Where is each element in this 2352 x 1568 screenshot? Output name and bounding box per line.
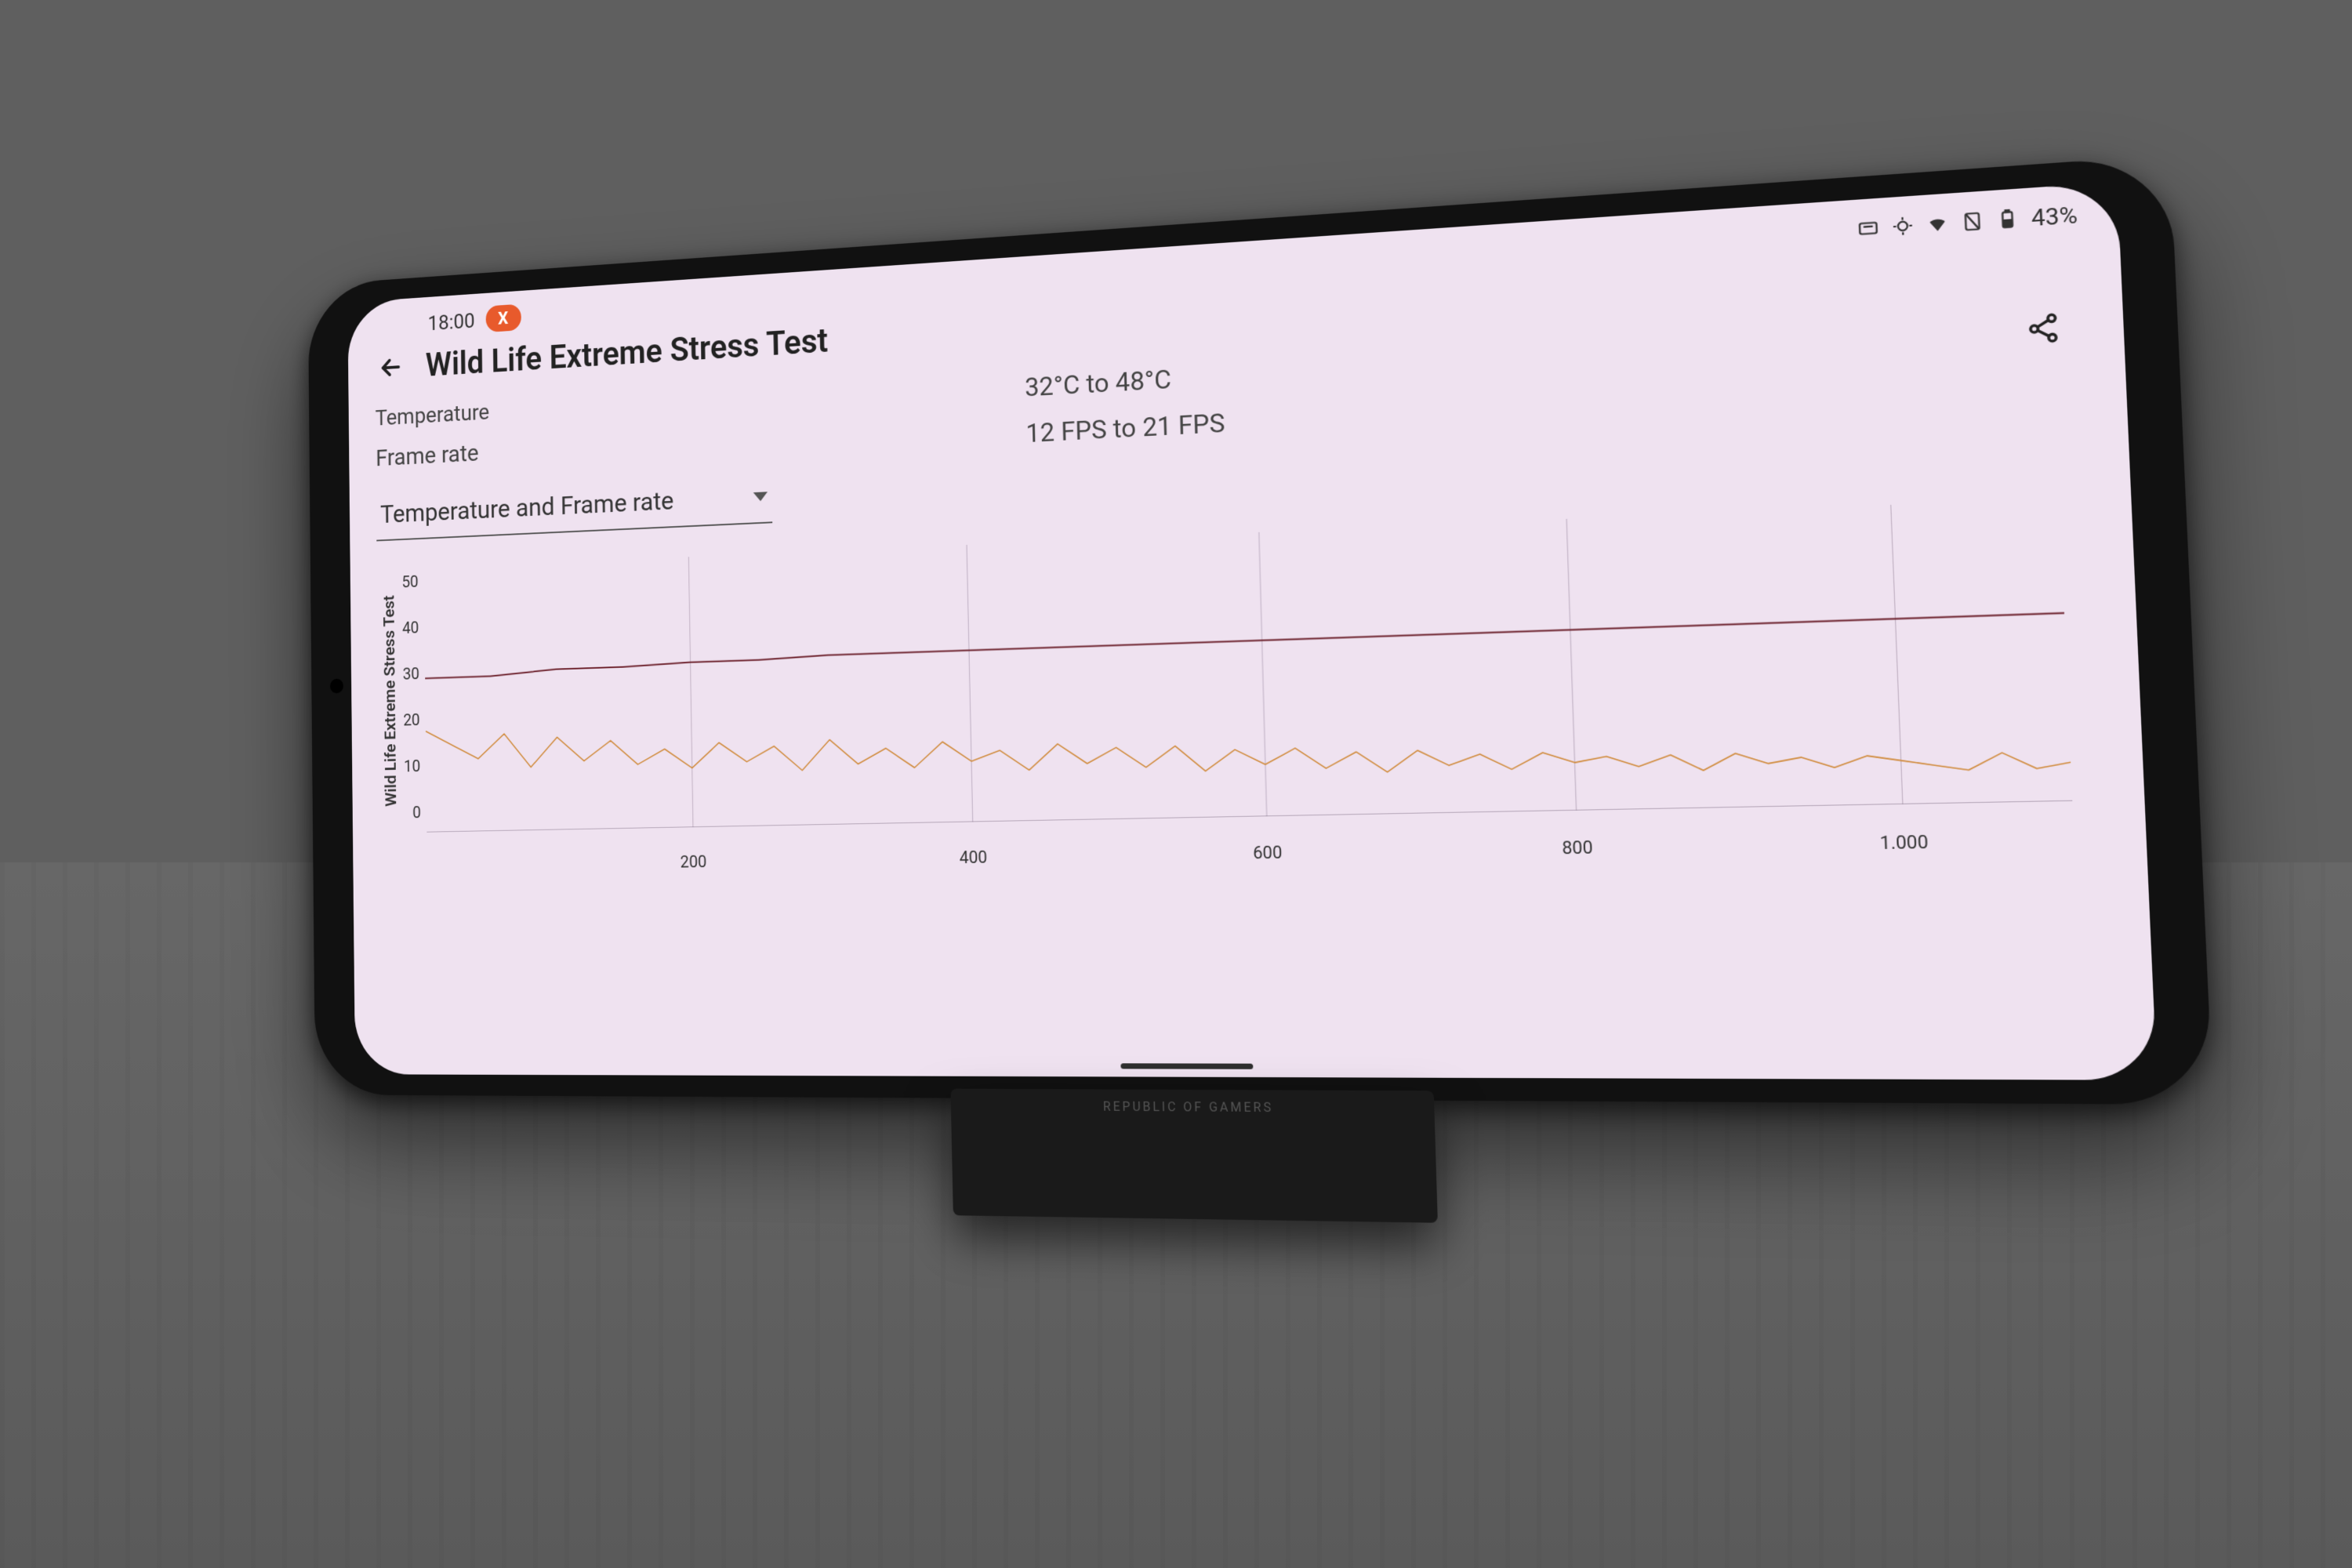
chart-x-ticks: 2004006008001.000 bbox=[427, 830, 2074, 858]
headphone-icon bbox=[1857, 217, 1880, 240]
chart-mode-dropdown[interactable]: Temperature and Frame rate bbox=[376, 474, 773, 541]
no-sim-icon bbox=[1961, 210, 1984, 233]
phone-frame: 18:00 X bbox=[308, 154, 2213, 1104]
phone-screen: 18:00 X bbox=[347, 182, 2157, 1080]
back-button[interactable] bbox=[375, 349, 407, 386]
chart-mode-selected: Temperature and Frame rate bbox=[380, 486, 674, 530]
chart-y-axis-label: Wild Life Extreme Stress Test bbox=[377, 569, 405, 833]
gesture-bar[interactable] bbox=[1120, 1063, 1253, 1069]
stand-brand-text: REPUBLIC OF GAMERS bbox=[1103, 1099, 1274, 1116]
chart: Wild Life Extreme Stress Test 5040302010… bbox=[377, 496, 2109, 833]
chevron-down-icon bbox=[753, 492, 768, 501]
share-button[interactable] bbox=[2025, 310, 2062, 346]
chart-y-ticks: 50403020100 bbox=[401, 572, 426, 822]
chart-plot[interactable]: 2004006008001.000 bbox=[423, 498, 2072, 833]
battery-percent: 43% bbox=[2031, 201, 2078, 231]
phone-stand: REPUBLIC OF GAMERS bbox=[950, 1089, 1437, 1223]
vibrate-icon bbox=[1891, 215, 1915, 238]
wifi-icon bbox=[1926, 212, 1949, 235]
status-time: 18:00 bbox=[427, 308, 474, 335]
battery-icon bbox=[1995, 208, 2019, 230]
frame-rate-label: Frame rate bbox=[376, 428, 670, 472]
app-badge-icon: X bbox=[485, 304, 521, 332]
